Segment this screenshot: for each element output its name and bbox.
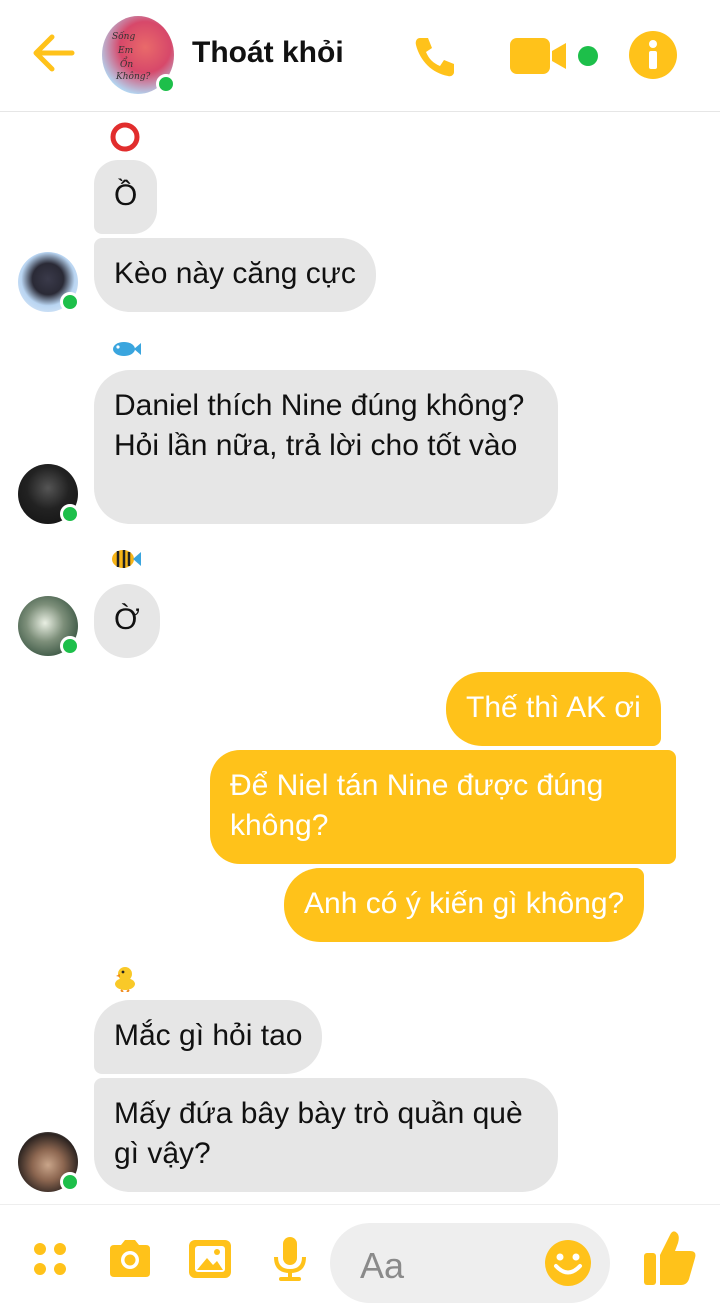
online-indicator <box>60 504 80 524</box>
chat-header: Sống Em Ổn Không? Thoát khỏi <box>0 0 720 112</box>
back-arrow-icon[interactable] <box>28 28 78 78</box>
avatar-caption-2: Em <box>118 46 134 56</box>
conversation-avatar[interactable]: Sống Em Ổn Không? <box>102 16 176 94</box>
message-bubble[interactable]: Mắc gì hỏi tao <box>94 1000 323 1074</box>
message-bubble[interactable]: Ờ <box>94 584 160 658</box>
sender-avatar[interactable] <box>18 252 80 312</box>
fish-emoji <box>113 342 141 356</box>
message-bubble[interactable]: Kèo này căng cực <box>94 238 376 312</box>
phone-icon[interactable] <box>412 34 458 80</box>
avatar-caption-1: Sống <box>112 32 136 42</box>
message-bubble[interactable]: Ồ <box>94 160 158 234</box>
message-input[interactable]: Aa <box>330 1223 610 1303</box>
emoji-icon[interactable] <box>544 1239 592 1287</box>
sender-avatar[interactable] <box>18 596 80 656</box>
message-bubble-outgoing[interactable]: Để Niel tán Nine được đúng không? <box>210 750 676 864</box>
online-indicator <box>60 292 80 312</box>
tropical-fish-emoji <box>112 550 141 568</box>
apps-icon[interactable] <box>28 1235 76 1283</box>
message-composer: Aa <box>0 1204 720 1310</box>
online-indicator <box>60 1172 80 1192</box>
thumbs-up-icon[interactable] <box>642 1227 698 1289</box>
avatar-caption-3: Ổn <box>120 60 134 70</box>
active-call-indicator <box>578 46 598 66</box>
sender-avatar[interactable] <box>18 1132 80 1192</box>
avatar-caption-4: Không? <box>116 72 151 82</box>
camera-icon[interactable] <box>106 1235 154 1283</box>
sender-avatar[interactable] <box>18 464 80 524</box>
red-circle-emoji <box>110 122 140 152</box>
baby-chick-emoji <box>115 967 135 992</box>
conversation-title[interactable]: Thoát khỏi <box>192 36 344 70</box>
online-indicator <box>60 636 80 656</box>
message-bubble[interactable]: Daniel thích Nine đúng không? Hỏi lần nữ… <box>94 370 558 524</box>
info-icon[interactable] <box>628 30 678 80</box>
microphone-icon[interactable] <box>266 1235 314 1283</box>
online-indicator <box>156 74 176 94</box>
gallery-icon[interactable] <box>186 1235 234 1283</box>
message-bubble[interactable]: Mấy đứa bây bày trò quần què gì vậy? <box>94 1078 558 1192</box>
message-input-placeholder: Aa <box>360 1245 405 1286</box>
video-camera-icon[interactable] <box>510 38 568 74</box>
message-bubble-outgoing[interactable]: Thế thì AK ơi <box>446 672 661 746</box>
message-bubble-outgoing[interactable]: Anh có ý kiến gì không? <box>284 868 645 942</box>
